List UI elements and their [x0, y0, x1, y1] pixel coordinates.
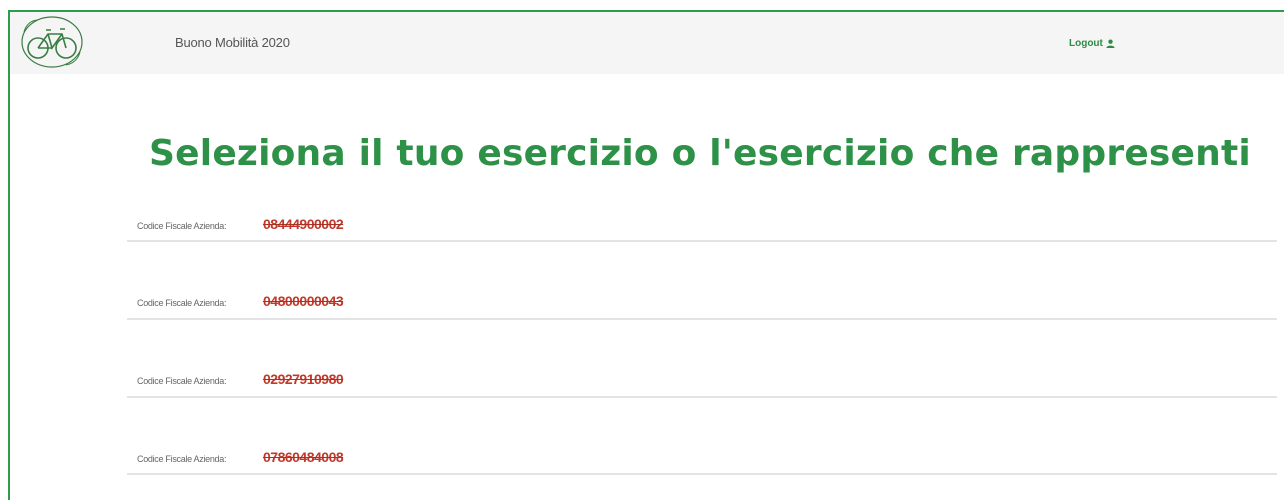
row-divider — [127, 239, 1277, 242]
tax-code-label: Codice Fiscale Azienda: — [137, 221, 227, 231]
row-divider — [127, 472, 1277, 475]
user-icon — [1106, 39, 1115, 48]
tax-code-label: Codice Fiscale Azienda: — [137, 454, 227, 464]
tax-code-label: Codice Fiscale Azienda: — [137, 376, 227, 386]
brand-title[interactable]: Buono Mobilità 2020 — [175, 35, 290, 50]
top-navbar: Buono Mobilità 2020 Logout — [10, 12, 1284, 74]
tax-code-value: 02927910980 — [263, 371, 344, 387]
logout-link[interactable]: Logout — [1069, 38, 1115, 49]
tax-code-value: 08444900002 — [263, 216, 344, 232]
page-frame — [8, 10, 1284, 500]
row-divider — [127, 395, 1277, 398]
row-divider — [127, 317, 1277, 320]
page-title: Seleziona il tuo esercizio o l'esercizio… — [149, 133, 1251, 174]
tax-code-label: Codice Fiscale Azienda: — [137, 298, 227, 308]
tax-code-value: 07860484008 — [263, 449, 344, 465]
tax-code-value: 04800000043 — [263, 293, 344, 309]
logout-label: Logout — [1069, 38, 1103, 49]
bicycle-logo-icon[interactable] — [16, 12, 88, 72]
